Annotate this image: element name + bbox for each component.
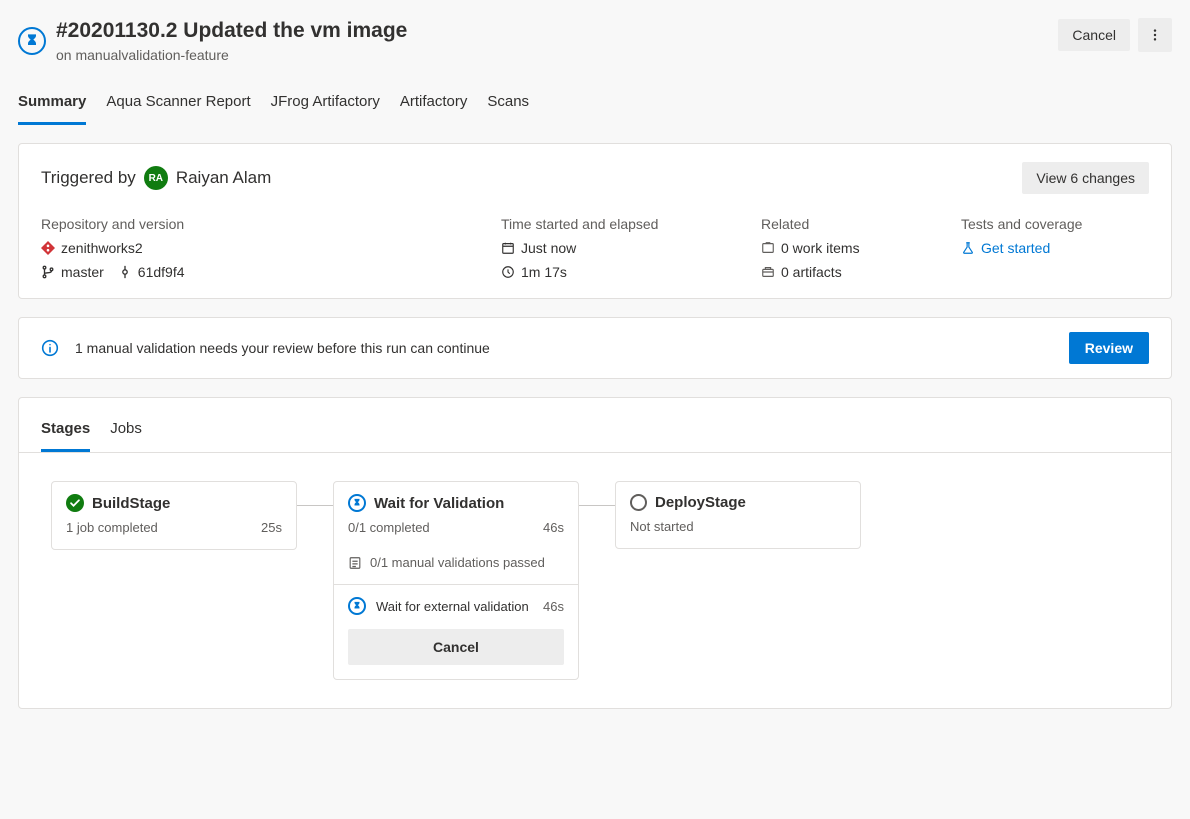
repo-name-row[interactable]: zenithworks2: [41, 240, 441, 256]
job-row[interactable]: Wait for external validation 46s: [334, 585, 578, 621]
tab-aqua-scanner[interactable]: Aqua Scanner Report: [106, 87, 250, 125]
repo-heading: Repository and version: [41, 216, 441, 232]
beaker-icon: [961, 241, 975, 255]
review-text: 1 manual validation needs your review be…: [75, 340, 490, 356]
tests-heading: Tests and coverage: [961, 216, 1101, 232]
commit-icon: [118, 265, 132, 279]
stage-title: Wait for Validation: [374, 495, 504, 512]
artifacts-row[interactable]: 0 artifacts: [761, 264, 901, 280]
work-item-icon: [761, 241, 775, 255]
stage-time: 46s: [543, 520, 564, 535]
view-changes-button[interactable]: View 6 changes: [1022, 162, 1149, 194]
title-row: #20201130.2 Updated the vm image on manu…: [18, 18, 407, 63]
triggered-prefix: Triggered by: [41, 168, 136, 188]
stage-cancel-button[interactable]: Cancel: [348, 629, 564, 665]
tab-stages[interactable]: Stages: [41, 414, 90, 452]
time-elapsed-row: 1m 17s: [501, 264, 701, 280]
stage-connector: [579, 505, 615, 506]
related-heading: Related: [761, 216, 901, 232]
page-header: #20201130.2 Updated the vm image on manu…: [18, 18, 1172, 63]
review-button[interactable]: Review: [1069, 332, 1149, 364]
waiting-icon: [348, 494, 366, 512]
job-time: 46s: [543, 599, 564, 614]
branch-subtitle[interactable]: on manualvalidation-feature: [56, 47, 407, 63]
tab-scans[interactable]: Scans: [487, 87, 529, 125]
stages-card: Stages Jobs BuildStage 1 job completed 2…: [18, 397, 1172, 709]
tab-jobs[interactable]: Jobs: [110, 414, 142, 452]
waiting-icon: [348, 597, 366, 615]
stage-sub: Not started: [630, 519, 694, 534]
stages-tabs: Stages Jobs: [19, 398, 1171, 453]
branch-icon: [41, 265, 55, 279]
branch-row[interactable]: master: [41, 264, 104, 280]
page-title: #20201130.2 Updated the vm image: [56, 18, 407, 43]
more-vertical-icon: [1148, 28, 1162, 42]
calendar-icon: [501, 241, 515, 255]
tab-artifactory[interactable]: Artifactory: [400, 87, 468, 125]
info-icon: [41, 339, 59, 357]
stage-time: 25s: [261, 520, 282, 535]
triggered-user[interactable]: Raiyan Alam: [176, 168, 271, 188]
repo-column: Repository and version zenithworks2 mast…: [41, 216, 441, 280]
work-items-row[interactable]: 0 work items: [761, 240, 901, 256]
artifact-icon: [761, 265, 775, 279]
related-column: Related 0 work items 0 artifacts: [761, 216, 901, 280]
main-tabs: Summary Aqua Scanner Report JFrog Artifa…: [18, 87, 1172, 125]
stage-sub: 1 job completed: [66, 520, 158, 535]
tests-column: Tests and coverage Get started: [961, 216, 1101, 280]
triggered-by: Triggered by RA Raiyan Alam: [41, 166, 271, 190]
stage-title: BuildStage: [92, 495, 170, 512]
avatar: RA: [144, 166, 168, 190]
checklist-icon: [348, 556, 362, 570]
tests-get-started[interactable]: Get started: [961, 240, 1101, 256]
time-heading: Time started and elapsed: [501, 216, 701, 232]
stage-connector: [297, 505, 333, 506]
tab-summary[interactable]: Summary: [18, 87, 86, 125]
time-column: Time started and elapsed Just now 1m 17s: [501, 216, 701, 280]
review-banner: 1 manual validation needs your review be…: [18, 317, 1172, 379]
job-name: Wait for external validation: [376, 599, 529, 614]
clock-icon: [501, 265, 515, 279]
summary-card: Triggered by RA Raiyan Alam View 6 chang…: [18, 143, 1172, 299]
stage-sub: 0/1 completed: [348, 520, 430, 535]
commit-row[interactable]: 61df9f4: [118, 264, 185, 280]
stage-title: DeployStage: [655, 494, 746, 511]
stage-wait-validation[interactable]: Wait for Validation 0/1 completed 46s 0/…: [333, 481, 579, 680]
stage-deploystage[interactable]: DeployStage Not started: [615, 481, 861, 549]
tab-jfrog[interactable]: JFrog Artifactory: [271, 87, 380, 125]
stages-body: BuildStage 1 job completed 25s Wait for …: [19, 453, 1171, 708]
more-menu-button[interactable]: [1138, 18, 1172, 52]
header-actions: Cancel: [1058, 18, 1172, 52]
stage-buildstage[interactable]: BuildStage 1 job completed 25s: [51, 481, 297, 550]
cancel-button[interactable]: Cancel: [1058, 19, 1130, 51]
not-started-icon: [630, 494, 647, 511]
stage-info-text: 0/1 manual validations passed: [370, 555, 545, 570]
status-waiting-icon: [18, 27, 46, 55]
time-started-row: Just now: [501, 240, 701, 256]
success-icon: [66, 494, 84, 512]
git-repo-icon: [41, 241, 55, 255]
